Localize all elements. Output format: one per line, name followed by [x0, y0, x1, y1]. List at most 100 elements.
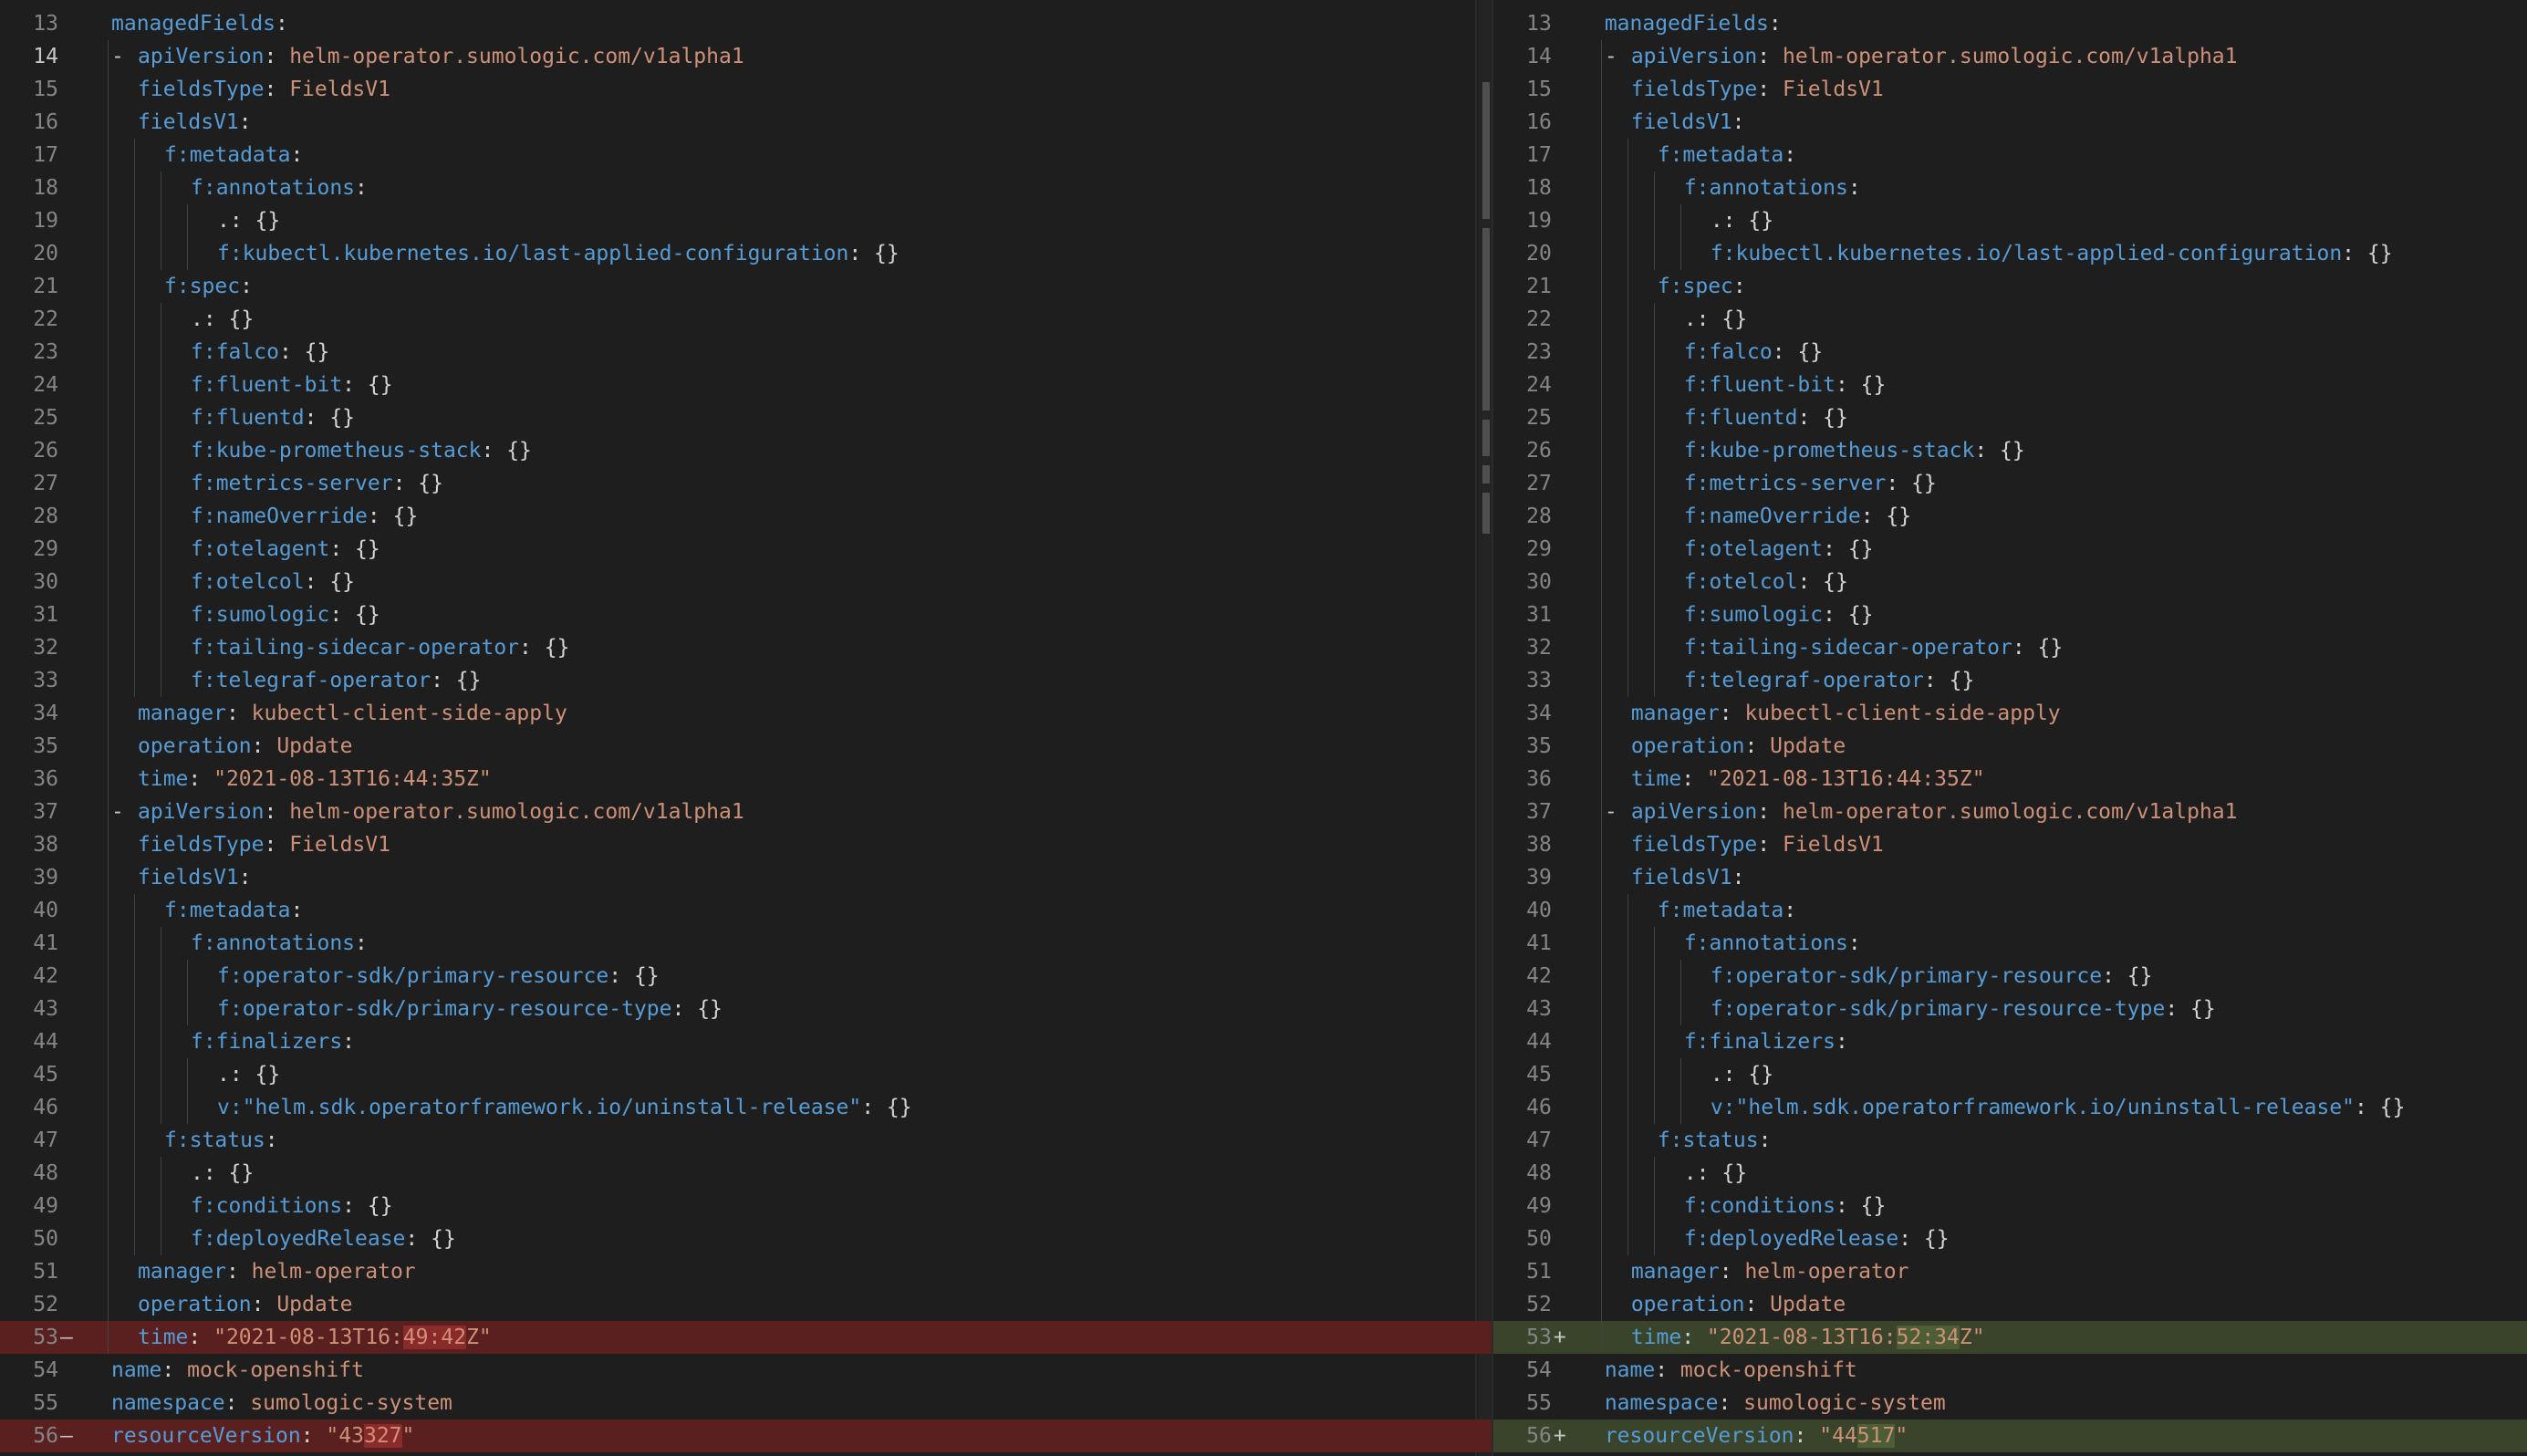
- code-line[interactable]: 39 fieldsV1:: [1493, 861, 2527, 894]
- code-line[interactable]: 51 manager: helm-operator: [1493, 1255, 2527, 1288]
- code-line[interactable]: 49 f:conditions: {}: [1493, 1190, 2527, 1222]
- code-line[interactable]: 54 name: mock-openshift: [0, 1354, 1492, 1387]
- code-line[interactable]: 37 - apiVersion: helm-operator.sumologic.…: [1493, 796, 2527, 828]
- code-line[interactable]: 33 f:telegraf-operator: {}: [0, 664, 1492, 697]
- code-line[interactable]: 31 f:sumologic: {}: [1493, 598, 2527, 631]
- code-line[interactable]: 53 + time: "2021-08-13T16:52:34Z": [1492, 1321, 2527, 1354]
- code-line[interactable]: 52 operation: Update: [1493, 1288, 2527, 1321]
- code-line[interactable]: 45 .: {}: [0, 1058, 1492, 1091]
- code-line[interactable]: 20 f:kubectl.kubernetes.io/last-applied-c…: [0, 237, 1492, 270]
- code-line[interactable]: 46 v:"helm.sdk.operatorframework.io/unins…: [0, 1091, 1492, 1124]
- code-line[interactable]: 37 - apiVersion: helm-operator.sumologic.…: [0, 796, 1492, 828]
- code-line[interactable]: 36 time: "2021-08-13T16:44:35Z": [0, 763, 1492, 796]
- fold-gutter[interactable]: [1577, 1387, 1605, 1420]
- code-line[interactable]: 50 f:deployedRelease: {}: [1493, 1222, 2527, 1255]
- code-line[interactable]: 56 + resourceVersion: "44517": [1492, 1420, 2527, 1452]
- code-line[interactable]: 29 f:otelagent: {}: [0, 533, 1492, 566]
- code-line[interactable]: 17 f:metadata:: [0, 139, 1492, 172]
- code-line[interactable]: 13 managedFields:: [0, 7, 1492, 40]
- code-line[interactable]: 14 - apiVersion: helm-operator.sumologic.…: [0, 40, 1492, 73]
- code-line[interactable]: 48 .: {}: [0, 1157, 1492, 1190]
- code-line[interactable]: 18 f:annotations:: [1493, 172, 2527, 204]
- code-line[interactable]: 28 f:nameOverride: {}: [0, 500, 1492, 533]
- code-line[interactable]: 52 operation: Update: [0, 1288, 1492, 1321]
- code-line[interactable]: 27 f:metrics-server: {}: [1493, 467, 2527, 500]
- code-line[interactable]: 23 f:falco: {}: [1493, 336, 2527, 369]
- code-line[interactable]: 26 f:kube-prometheus-stack: {}: [0, 434, 1492, 467]
- code-line[interactable]: 35 operation: Update: [0, 730, 1492, 763]
- code-line[interactable]: 41 f:annotations:: [1493, 927, 2527, 960]
- code-line[interactable]: 51 manager: helm-operator: [0, 1255, 1492, 1288]
- fold-gutter[interactable]: [84, 1354, 111, 1387]
- fold-gutter[interactable]: [1577, 7, 1605, 40]
- code-line[interactable]: 36 time: "2021-08-13T16:44:35Z": [1493, 763, 2527, 796]
- code-line[interactable]: 41 f:annotations:: [0, 927, 1492, 960]
- code-line[interactable]: 30 f:otelcol: {}: [0, 566, 1492, 598]
- code-line[interactable]: 29 f:otelagent: {}: [1493, 533, 2527, 566]
- code-line[interactable]: 34 manager: kubectl-client-side-apply: [0, 697, 1492, 730]
- code-line[interactable]: 28 f:nameOverride: {}: [1493, 500, 2527, 533]
- code-line[interactable]: 47 f:status:: [0, 1124, 1492, 1157]
- code-line[interactable]: 40 f:metadata:: [0, 894, 1492, 927]
- code-line[interactable]: 15 fieldsType: FieldsV1: [0, 73, 1492, 106]
- code-line[interactable]: 44 f:finalizers:: [0, 1025, 1492, 1058]
- code-line[interactable]: 39 fieldsV1:: [0, 861, 1492, 894]
- code-line[interactable]: 20 f:kubectl.kubernetes.io/last-applied-c…: [1493, 237, 2527, 270]
- code-line[interactable]: 26 f:kube-prometheus-stack: {}: [1493, 434, 2527, 467]
- code-line[interactable]: 15 fieldsType: FieldsV1: [1493, 73, 2527, 106]
- code-line[interactable]: 16 fieldsV1:: [0, 106, 1492, 139]
- code-line[interactable]: 23 f:falco: {}: [0, 336, 1492, 369]
- code-line[interactable]: 42 f:operator-sdk/primary-resource: {}: [1493, 960, 2527, 993]
- code-line[interactable]: 43 f:operator-sdk/primary-resource-type: …: [1493, 993, 2527, 1025]
- code-line[interactable]: 53— time: "2021-08-13T16:49:42Z": [0, 1321, 1492, 1354]
- code-line[interactable]: 42 f:operator-sdk/primary-resource: {}: [0, 960, 1492, 993]
- code-line[interactable]: 55 namespace: sumologic-system: [1493, 1387, 2527, 1420]
- code-line[interactable]: 35 operation: Update: [1493, 730, 2527, 763]
- code-line[interactable]: 14 - apiVersion: helm-operator.sumologic.…: [1493, 40, 2527, 73]
- code-line[interactable]: 43 f:operator-sdk/primary-resource-type: …: [0, 993, 1492, 1025]
- code-line[interactable]: 48 .: {}: [1493, 1157, 2527, 1190]
- code-line[interactable]: 13 managedFields:: [1493, 7, 2527, 40]
- code-line[interactable]: 21 f:spec:: [0, 270, 1492, 303]
- code-line[interactable]: 56— resourceVersion: "43327": [0, 1420, 1492, 1452]
- line-number: 24: [33, 373, 58, 397]
- code-line[interactable]: 30 f:otelcol: {}: [1493, 566, 2527, 598]
- fold-gutter[interactable]: [84, 1387, 111, 1420]
- fold-gutter[interactable]: [1577, 1354, 1605, 1387]
- code-line[interactable]: 40 f:metadata:: [1493, 894, 2527, 927]
- code-line[interactable]: 32 f:tailing-sidecar-operator: {}: [1493, 631, 2527, 664]
- code-line[interactable]: 17 f:metadata:: [1493, 139, 2527, 172]
- code-line[interactable]: 24 f:fluent-bit: {}: [0, 369, 1492, 401]
- fold-gutter[interactable]: [84, 7, 111, 40]
- code-line[interactable]: 44 f:finalizers:: [1493, 1025, 2527, 1058]
- fold-gutter[interactable]: [84, 1420, 111, 1452]
- code-line[interactable]: 38 fieldsType: FieldsV1: [0, 828, 1492, 861]
- code-line[interactable]: 25 f:fluentd: {}: [1493, 401, 2527, 434]
- code-line[interactable]: 19 .: {}: [1493, 204, 2527, 237]
- code-line[interactable]: 54 name: mock-openshift: [1493, 1354, 2527, 1387]
- code-line[interactable]: 38 fieldsType: FieldsV1: [1493, 828, 2527, 861]
- code-line[interactable]: 47 f:status:: [1493, 1124, 2527, 1157]
- code-line[interactable]: 21 f:spec:: [1493, 270, 2527, 303]
- code-line[interactable]: 50 f:deployedRelease: {}: [0, 1222, 1492, 1255]
- code-line[interactable]: 32 f:tailing-sidecar-operator: {}: [0, 631, 1492, 664]
- code-line[interactable]: 55 namespace: sumologic-system: [0, 1387, 1492, 1420]
- code-line[interactable]: 22 .: {}: [0, 303, 1492, 336]
- code-line[interactable]: 45 .: {}: [1493, 1058, 2527, 1091]
- code-line[interactable]: 49 f:conditions: {}: [0, 1190, 1492, 1222]
- code-line[interactable]: 31 f:sumologic: {}: [0, 598, 1492, 631]
- code-line[interactable]: 25 f:fluentd: {}: [0, 401, 1492, 434]
- code-line[interactable]: 16 fieldsV1:: [1493, 106, 2527, 139]
- code-line[interactable]: 33 f:telegraf-operator: {}: [1493, 664, 2527, 697]
- indent-guide: [108, 697, 109, 730]
- code-line[interactable]: 19 .: {}: [0, 204, 1492, 237]
- code-line[interactable]: 24 f:fluent-bit: {}: [1493, 369, 2527, 401]
- code-line[interactable]: 18 f:annotations:: [0, 172, 1492, 204]
- original-pane[interactable]: 13 managedFields: 14 - apiVersion: helm-ope…: [0, 0, 1492, 1456]
- code-line[interactable]: 27 f:metrics-server: {}: [0, 467, 1492, 500]
- fold-gutter[interactable]: [1577, 1420, 1605, 1452]
- modified-pane[interactable]: 13 managedFields: 14 - apiVersion: helm-ope…: [1491, 0, 2527, 1456]
- code-line[interactable]: 34 manager: kubectl-client-side-apply: [1493, 697, 2527, 730]
- code-line[interactable]: 46 v:"helm.sdk.operatorframework.io/unins…: [1493, 1091, 2527, 1124]
- code-line[interactable]: 22 .: {}: [1493, 303, 2527, 336]
